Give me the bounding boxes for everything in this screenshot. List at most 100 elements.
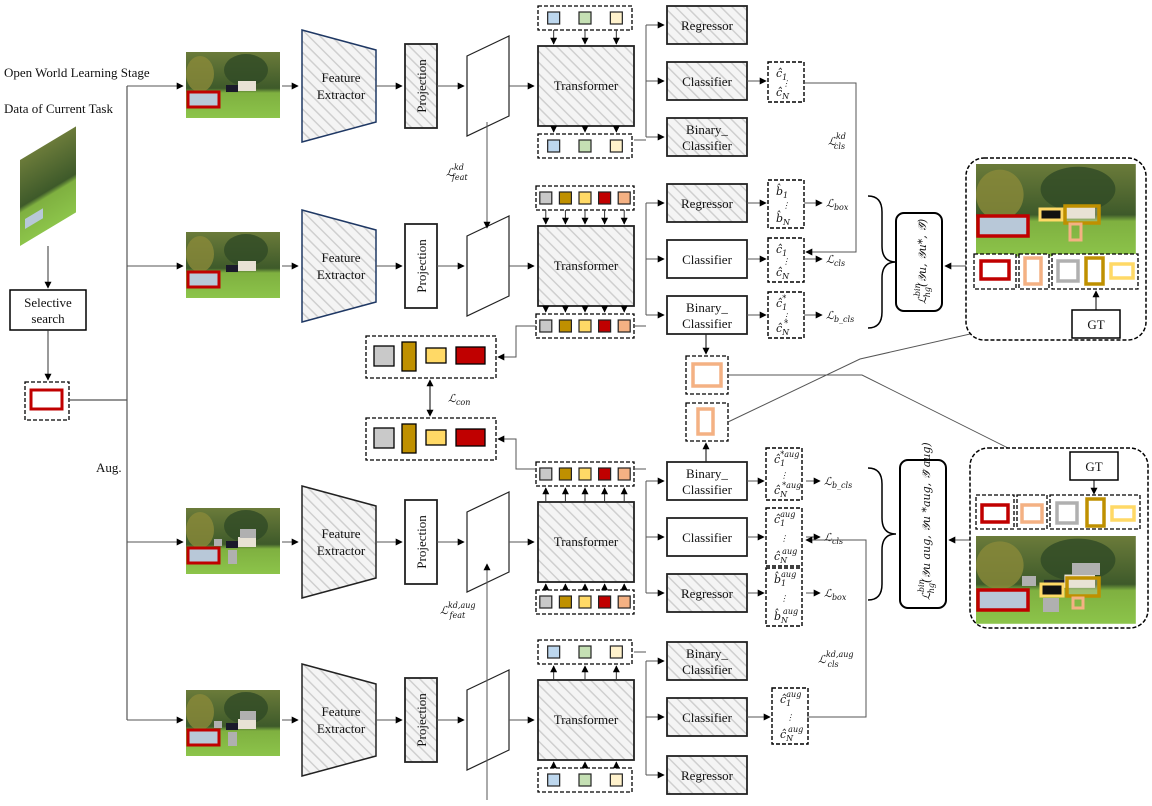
- token: [578, 319, 592, 333]
- feature-map: [466, 491, 510, 593]
- token: [539, 467, 553, 481]
- row2-image: [186, 232, 280, 298]
- loss-cls-kd-aug: ℒkd,aug cls: [818, 650, 854, 669]
- classifier-head: Classifier: [666, 239, 748, 279]
- binary-classifier-output-aug: ĉ1*aug⋮ĉN*aug: [765, 447, 803, 501]
- token: [597, 467, 612, 481]
- stage-title: Open World Learning Stage: [4, 65, 150, 80]
- token: [539, 191, 553, 205]
- svg-text:⋮: ⋮: [782, 79, 790, 88]
- regressor-head: Regressor: [666, 5, 748, 45]
- classifier-output-aug: ĉ1aug⋮ĉNaug: [765, 507, 803, 567]
- svg-text:Feature: Feature: [322, 704, 361, 719]
- svg-text:Extractor: Extractor: [317, 721, 366, 736]
- binary-classifier-output: ĉ1*⋮ĉN*: [767, 291, 805, 339]
- svg-text:Projection: Projection: [414, 239, 429, 293]
- query-tokens-bottom: [535, 305, 635, 339]
- svg-text:Regressor: Regressor: [681, 18, 734, 33]
- token: [539, 595, 553, 609]
- loss-feat-kd-aug: ℒkd,aug feat: [440, 601, 476, 620]
- svg-text:⋮: ⋮: [782, 257, 790, 266]
- svg-text:Classifier: Classifier: [682, 252, 732, 267]
- token: [558, 467, 573, 481]
- token: [578, 139, 592, 153]
- token: [617, 595, 631, 609]
- regressor-output-aug: b̂1aug⋮b̂Naug: [765, 567, 803, 627]
- token: [547, 11, 561, 25]
- svg-text:Classifier: Classifier: [682, 662, 732, 677]
- svg-text:Binary_: Binary_: [686, 122, 728, 137]
- classifier-output: ĉ1⋮ĉN: [767, 237, 805, 283]
- aug-label: Aug.: [96, 460, 122, 475]
- token: [609, 773, 623, 787]
- feature-extractor: [301, 663, 377, 777]
- svg-text:ĉ1*: ĉ1*: [776, 294, 787, 312]
- svg-text:Projection: Projection: [414, 515, 429, 569]
- loss-box-aug: ℒbox: [824, 587, 847, 602]
- svg-text:Feature: Feature: [322, 250, 361, 265]
- svg-text:search: search: [31, 311, 65, 326]
- svg-text:Feature: Feature: [322, 526, 361, 541]
- svg-text:GT: GT: [1087, 317, 1104, 332]
- loss-b-cls: ℒb_cls: [826, 309, 854, 324]
- feature-extractor: [301, 485, 377, 599]
- token: [578, 773, 592, 787]
- svg-text:Extractor: Extractor: [317, 267, 366, 282]
- token: [547, 645, 561, 659]
- svg-text:Transformer: Transformer: [554, 78, 619, 93]
- regressor-head: Regressor: [666, 183, 748, 223]
- binary-classifier-head: Binary_Classifier: [666, 461, 748, 501]
- feature-map: [466, 215, 510, 317]
- feature-extractor: [301, 29, 377, 143]
- loss-b-cls-aug: ℒb_cls: [824, 475, 852, 490]
- token: [617, 319, 631, 333]
- svg-text:Projection: Projection: [414, 59, 429, 113]
- loss-con: ℒcon: [448, 392, 470, 407]
- token: [609, 11, 623, 25]
- svg-text:Classifier: Classifier: [682, 530, 732, 545]
- svg-text:Classifier: Classifier: [682, 74, 732, 89]
- binary-classifier-head: Binary_Classifier: [666, 641, 748, 681]
- svg-text:⋮: ⋮: [780, 594, 788, 603]
- token: [558, 319, 573, 333]
- loss-cls-aug: ℒcls: [824, 531, 843, 546]
- data-title: Data of Current Task: [4, 101, 113, 116]
- svg-text:Projection: Projection: [414, 693, 429, 747]
- token: [609, 139, 623, 153]
- query-tokens-top: [537, 639, 633, 680]
- query-tokens-bottom: [537, 761, 633, 793]
- svg-text:Binary_: Binary_: [686, 466, 728, 481]
- classifier-head: Classifier: [666, 517, 748, 557]
- regressor-head: Regressor: [666, 755, 748, 795]
- classifier-output-kd-aug: ĉ1aug⋮ĉNaug: [771, 687, 809, 745]
- brace-top: [867, 195, 897, 329]
- svg-text:Binary_: Binary_: [686, 300, 728, 315]
- pipeline-diagram: Open World Learning Stage Data of Curren…: [4, 5, 1149, 800]
- loss-cls-kd: ℒkd cls: [828, 132, 846, 151]
- binary-classifier-head: Binary_Classifier: [666, 295, 748, 335]
- token: [539, 319, 553, 333]
- feature-extractor: [301, 209, 377, 323]
- svg-text:Extractor: Extractor: [317, 543, 366, 558]
- row1-image: [186, 52, 280, 118]
- loss-cls: ℒcls: [826, 253, 845, 268]
- svg-text:⋮: ⋮: [782, 201, 790, 210]
- svg-text:Classifier: Classifier: [682, 138, 732, 153]
- branch-row-4: Feature Extractor Projection Transformer: [282, 639, 635, 793]
- loss-feat-kd: ℒkd feat: [446, 163, 468, 182]
- svg-text:GT: GT: [1085, 459, 1102, 474]
- branch-row-3: Feature Extractor Projection Transformer: [282, 461, 635, 615]
- gt-panel-bottom: GT: [969, 447, 1149, 629]
- query-tokens-top: [535, 185, 635, 225]
- row3-image: [186, 508, 280, 574]
- classifier-head: Classifier: [666, 697, 748, 737]
- svg-text:Classifier: Classifier: [682, 710, 732, 725]
- token: [547, 139, 561, 153]
- svg-text:Classifier: Classifier: [682, 316, 732, 331]
- svg-text:Transformer: Transformer: [554, 712, 619, 727]
- token: [578, 467, 592, 481]
- svg-text:Transformer: Transformer: [554, 534, 619, 549]
- svg-text:Feature: Feature: [322, 70, 361, 85]
- svg-text:Transformer: Transformer: [554, 258, 619, 273]
- binary-classifier-head: Binary_Classifier: [666, 117, 748, 157]
